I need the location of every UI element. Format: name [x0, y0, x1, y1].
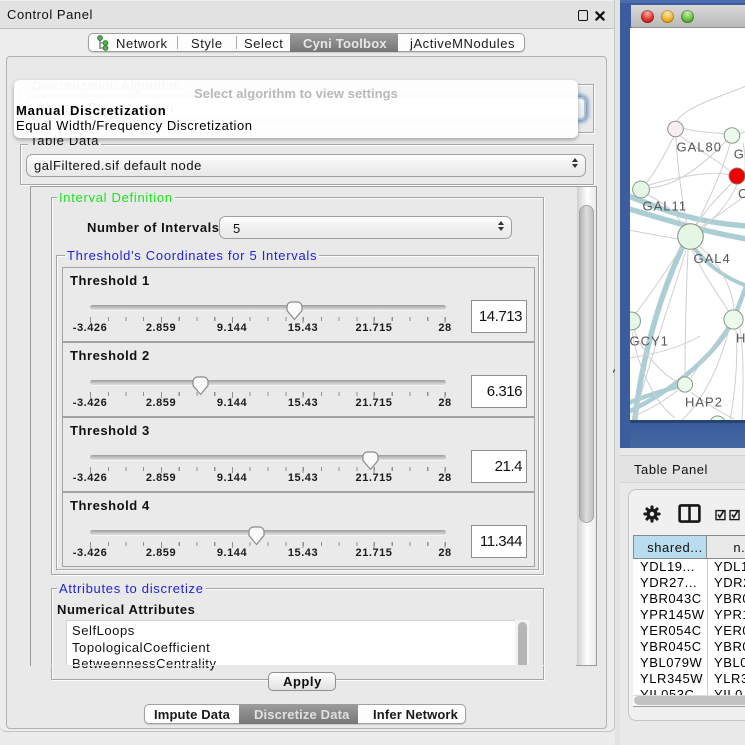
- svg-text:GAL11: GAL11: [643, 199, 688, 214]
- svg-text:GAL80: GAL80: [677, 140, 722, 155]
- svg-text:H: H: [736, 331, 745, 346]
- svg-text:HAP2: HAP2: [685, 395, 723, 410]
- svg-text:GA: GA: [734, 147, 745, 162]
- svg-text:GAL4: GAL4: [694, 251, 731, 266]
- svg-text:C: C: [738, 186, 745, 201]
- svg-text:GCY1: GCY1: [630, 334, 669, 349]
